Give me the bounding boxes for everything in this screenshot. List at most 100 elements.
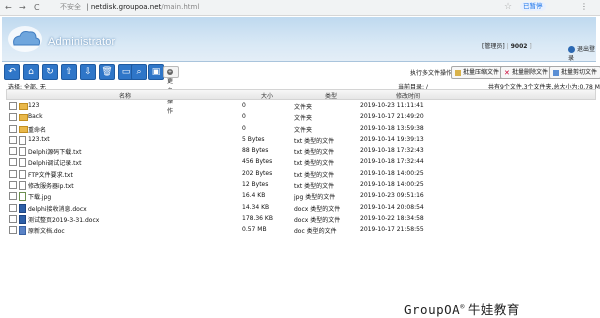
table-row[interactable]: Delphi调试记录.txt 456 Bytes txt 类型的文件 2019-10-… xyxy=(6,156,596,168)
table-body: 123 0 文件夹 2019-10-23 11:11:41 Back 0 文件夹 2019-1… xyxy=(6,100,596,236)
forward-arrow-icon[interactable]: → xyxy=(19,3,26,12)
row-checkbox[interactable] xyxy=(9,158,17,167)
file-name[interactable]: 重命名 xyxy=(28,125,46,134)
file-modified: 2019-10-23 09:51:16 xyxy=(360,192,424,200)
logout-button[interactable]: 退出登录 xyxy=(568,44,596,62)
column-size[interactable]: 大小 xyxy=(261,91,273,100)
reload-icon[interactable]: C xyxy=(34,3,40,12)
batch-cut-button[interactable]: 批量剪切文件 xyxy=(549,66,600,79)
txt-file-icon xyxy=(19,135,26,145)
row-checkbox[interactable] xyxy=(9,203,17,212)
upload-icon[interactable]: ⇧ xyxy=(61,64,77,80)
row-checkbox[interactable] xyxy=(9,214,17,223)
refresh-icon[interactable]: ↻ xyxy=(42,64,58,80)
row-checkbox[interactable] xyxy=(9,113,17,122)
batch-delete-button[interactable]: ✕ 批量删除文件 xyxy=(500,66,553,79)
table-row[interactable]: delphi接收消息.docx 14.34 KB docx 类型的文件 2019-10… xyxy=(6,202,596,213)
file-size: 456 Bytes xyxy=(242,158,273,166)
file-name[interactable]: 下载.jpg xyxy=(28,192,51,201)
download-icon[interactable]: ⇩ xyxy=(80,64,96,80)
file-name[interactable]: 原新文档.doc xyxy=(28,226,65,235)
bookmark-star-icon[interactable]: ☆ xyxy=(504,2,512,12)
folder-file-icon xyxy=(19,114,28,122)
file-name[interactable]: delphi接收消息.docx xyxy=(28,204,87,213)
user-role-label: [管理员] xyxy=(482,43,505,50)
txt-file-icon xyxy=(19,158,26,168)
home-icon[interactable]: ⌂ xyxy=(23,64,39,80)
column-type[interactable]: 类型 xyxy=(325,91,337,100)
security-label: 不安全 xyxy=(60,3,81,11)
browser-menu-icon[interactable]: ⋮ xyxy=(580,2,588,11)
table-row[interactable]: Delphi源码下载.txt 88 Bytes txt 类型的文件 2019-10-1… xyxy=(6,145,596,157)
file-size: 14.34 KB xyxy=(242,203,270,211)
delete-x-icon: ✕ xyxy=(504,68,510,77)
row-checkbox[interactable] xyxy=(9,181,17,190)
netdisk-app: Administrator [管理员] | 9002] 退出登录 ↶ ⌂ ↻ ⇧ ⇩… xyxy=(0,16,600,317)
watermark: GroupOA® 牛娃教育 xyxy=(404,299,520,318)
file-size: 178.36 KB xyxy=(242,214,273,222)
file-table: 名称 大小 类型 修改时间 123 0 文件夹 2019-10-23 11:11:41… xyxy=(6,89,596,236)
file-name[interactable]: Delphi源码下载.txt xyxy=(28,147,81,156)
file-modified: 2019-10-23 11:11:41 xyxy=(360,102,424,109)
file-name[interactable]: 123 xyxy=(28,102,39,109)
row-checkbox[interactable] xyxy=(9,124,17,133)
table-row[interactable]: Back 0 文件夹 2019-10-17 21:49:20 xyxy=(6,111,596,122)
paused-badge[interactable]: 已暂停 xyxy=(520,2,546,11)
file-modified: 2019-10-14 20:08:54 xyxy=(360,203,424,211)
batch-compress-button[interactable]: 批量压缩文件 xyxy=(451,66,504,79)
file-size: 0.57 MB xyxy=(242,226,267,234)
file-type: jpg 类型的文件 xyxy=(294,194,336,202)
table-row[interactable]: 原新文档.doc 0.57 MB doc 类型的文件 2019-10-17 21:58… xyxy=(6,224,596,236)
row-checkbox[interactable] xyxy=(9,169,17,178)
file-modified: 2019-10-22 18:34:58 xyxy=(360,214,424,222)
column-name[interactable]: 名称 xyxy=(119,91,131,100)
file-size: 0 xyxy=(242,113,246,121)
delete-icon[interactable]: 🗑 xyxy=(99,64,115,80)
row-checkbox[interactable] xyxy=(9,226,17,235)
back-icon[interactable]: ↶ xyxy=(4,64,20,80)
table-header: 名称 大小 类型 修改时间 xyxy=(6,89,596,100)
file-name[interactable]: Back xyxy=(28,113,43,120)
file-modified: 2019-10-17 21:49:20 xyxy=(360,113,424,121)
file-type: 文件夹 xyxy=(294,126,313,134)
file-modified: 2019-10-18 13:59:38 xyxy=(360,124,424,132)
row-checkbox[interactable] xyxy=(9,135,17,144)
file-modified: 2019-10-17 21:58:55 xyxy=(360,226,424,234)
file-type: txt 类型的文件 xyxy=(294,137,335,145)
file-name[interactable]: Delphi调试记录.txt xyxy=(28,158,81,167)
file-type: 文件夹 xyxy=(294,104,313,111)
file-name[interactable]: 123.txt xyxy=(28,136,50,143)
table-row[interactable]: 重命名 0 文件夹 2019-10-18 13:59:38 xyxy=(6,123,596,134)
file-type: txt 类型的文件 xyxy=(294,149,335,157)
folder-file-icon xyxy=(19,125,28,133)
file-size: 5 Bytes xyxy=(242,135,265,143)
table-row[interactable]: 123.txt 5 Bytes txt 类型的文件 2019-10-14 19:39:… xyxy=(6,134,596,145)
table-row[interactable]: 123 0 文件夹 2019-10-23 11:11:41 xyxy=(6,100,596,111)
power-icon xyxy=(568,46,575,53)
row-checkbox[interactable] xyxy=(9,147,17,156)
more-actions-button[interactable]: +更多操作 xyxy=(163,66,179,115)
address-bar[interactable]: 不安全 | netdisk.groupoa.net/main.html xyxy=(60,2,199,12)
file-size: 88 Bytes xyxy=(242,147,269,155)
table-row[interactable]: 测试整页2019-3-31.docx 178.36 KB docx 类型的文件 201… xyxy=(6,213,596,224)
img-file-icon xyxy=(19,192,26,202)
column-modified[interactable]: 修改时间 xyxy=(396,91,420,100)
back-arrow-icon[interactable]: ← xyxy=(5,3,12,12)
app-header: Administrator [管理员] | 9002] 退出登录 xyxy=(2,17,596,62)
doc-file-icon xyxy=(19,226,26,236)
table-row[interactable]: FTP文件要求.txt 202 Bytes txt 类型的文件 2019-10-18 … xyxy=(6,168,596,179)
search-icon[interactable]: ⌕ xyxy=(131,64,147,80)
image-icon[interactable]: ▣ xyxy=(148,64,164,80)
app-title: Administrator xyxy=(48,36,116,48)
table-row[interactable]: 下载.jpg 16.4 KB jpg 类型的文件 2019-10-23 09:51:1… xyxy=(6,190,596,202)
compress-icon xyxy=(455,69,461,76)
file-name[interactable]: 修改服务器ip.txt xyxy=(28,181,74,190)
file-modified: 2019-10-18 14:00:25 xyxy=(360,169,424,177)
row-checkbox[interactable] xyxy=(9,102,17,110)
file-name[interactable]: FTP文件要求.txt xyxy=(28,170,73,179)
file-type: 文件夹 xyxy=(294,115,313,123)
row-checkbox[interactable] xyxy=(9,192,17,201)
table-row[interactable]: 修改服务器ip.txt 12 Bytes txt 类型的文件 2019-10-18 1… xyxy=(6,179,596,191)
plus-icon: + xyxy=(167,68,173,75)
file-name[interactable]: 测试整页2019-3-31.docx xyxy=(28,215,99,224)
